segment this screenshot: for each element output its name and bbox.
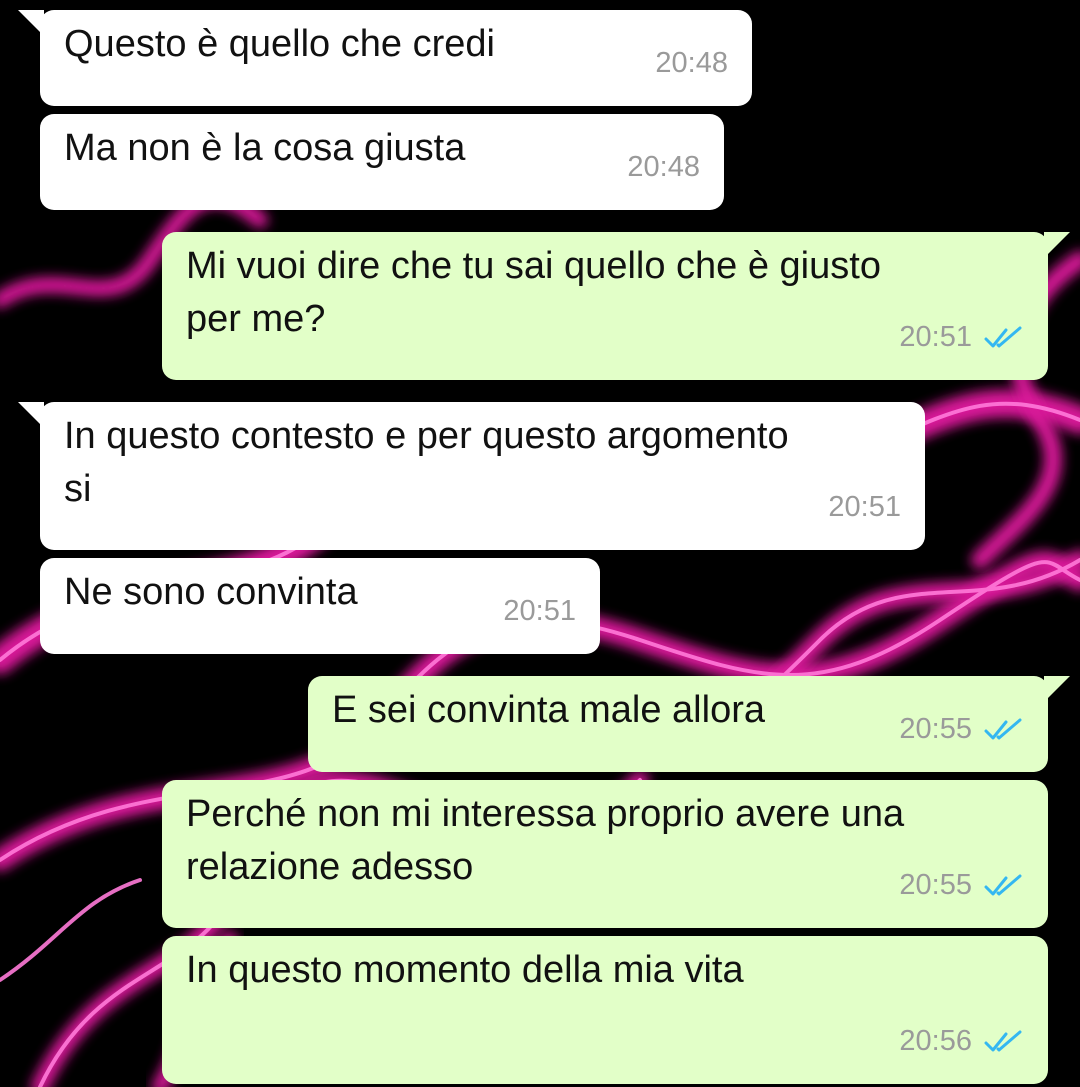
double-check-icon — [984, 718, 1022, 739]
bubble-tail — [18, 10, 44, 36]
message-meta: 20:55 — [899, 859, 1024, 912]
bubble-tail — [1044, 232, 1070, 258]
message-time: 20:48 — [655, 47, 728, 79]
double-check-icon — [984, 326, 1022, 347]
conversation: Questo è quello che credi 20:48 Ma non è… — [0, 0, 1080, 1087]
bubble-tail — [1044, 676, 1070, 702]
message-text: Questo è quello che credi — [64, 23, 495, 65]
message-meta: 20:55 — [899, 703, 1024, 756]
message-time: 20:55 — [899, 713, 972, 745]
message-meta: 20:51 — [828, 481, 901, 534]
double-check-icon — [984, 874, 1022, 895]
outgoing-message[interactable]: E sei convinta male allora 20:55 — [308, 676, 1070, 772]
outgoing-message[interactable]: In questo momento della mia vita 20:56 — [162, 936, 1048, 1084]
message-text: Ne sono convinta — [64, 571, 358, 613]
bubble-tail — [18, 402, 44, 428]
message-time: 20:51 — [899, 321, 972, 353]
message-text: In questo contesto e per questo argoment… — [64, 415, 789, 510]
message-meta: 20:51 — [899, 311, 1024, 364]
outgoing-message[interactable]: Mi vuoi dire che tu sai quello che è giu… — [162, 232, 1070, 380]
message-time: 20:48 — [627, 151, 700, 183]
outgoing-message[interactable]: Perché non mi interessa proprio avere un… — [162, 780, 1048, 928]
message-time: 20:51 — [503, 595, 576, 627]
incoming-message[interactable]: Questo è quello che credi 20:48 — [18, 10, 752, 106]
message-meta: 20:56 — [899, 1015, 1024, 1068]
incoming-message[interactable]: Ma non è la cosa giusta 20:48 — [40, 114, 724, 210]
incoming-message[interactable]: In questo contesto e per questo argoment… — [18, 402, 925, 550]
message-meta: 20:48 — [627, 141, 700, 194]
incoming-message[interactable]: Ne sono convinta 20:51 — [40, 558, 600, 654]
double-check-icon — [984, 1030, 1022, 1051]
message-time: 20:51 — [828, 491, 901, 523]
message-text: Ma non è la cosa giusta — [64, 127, 466, 169]
message-time: 20:55 — [899, 869, 972, 901]
message-meta: 20:51 — [503, 585, 576, 638]
message-time: 20:56 — [899, 1025, 972, 1057]
message-text: In questo momento della mia vita — [186, 949, 744, 991]
message-meta: 20:48 — [655, 37, 728, 90]
